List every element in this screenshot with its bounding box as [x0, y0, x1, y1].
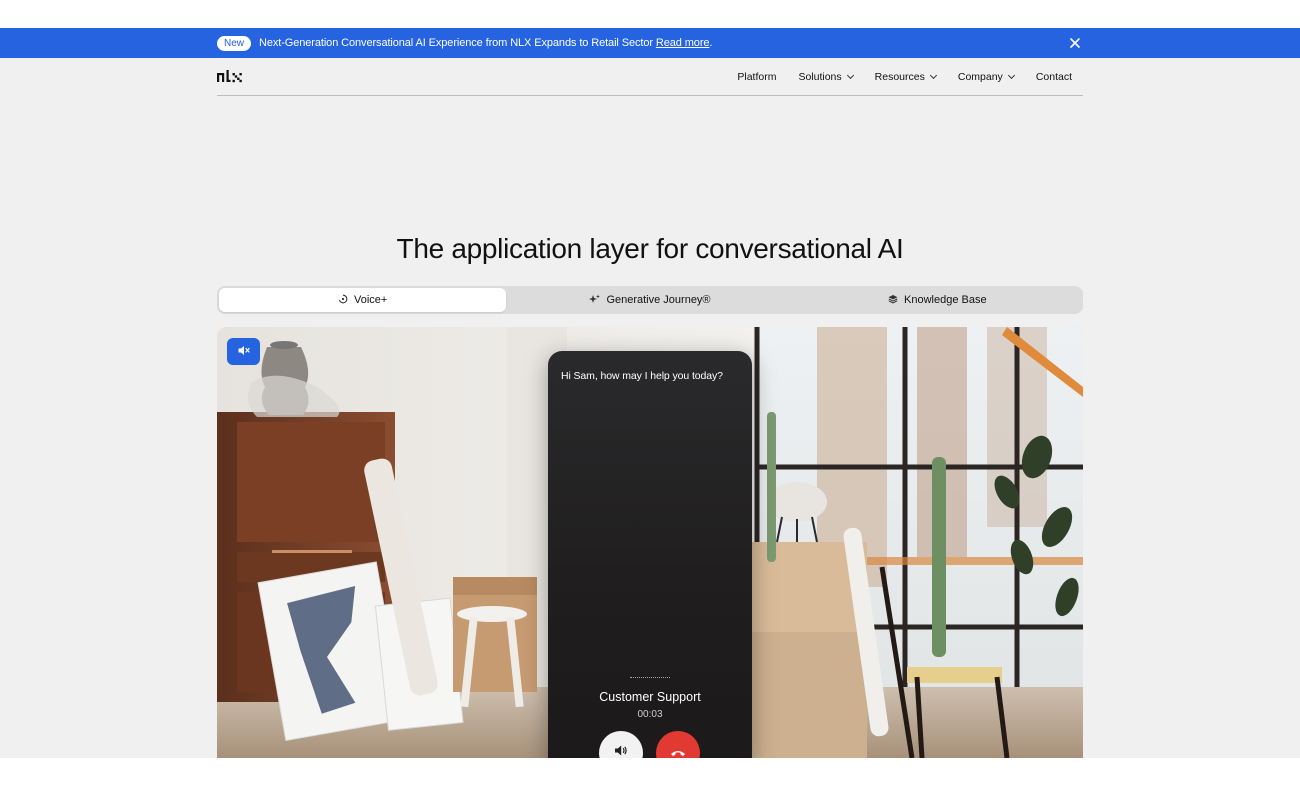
mute-button[interactable] — [227, 338, 260, 365]
caller-name: Customer Support — [599, 690, 701, 704]
nav-company-label: Company — [957, 71, 1003, 83]
page: New Next-Generation Conversational AI Ex… — [0, 28, 1300, 758]
sparkle-icon — [589, 294, 601, 307]
banner-period: . — [709, 37, 713, 49]
announcement-banner: New Next-Generation Conversational AI Ex… — [0, 28, 1300, 58]
hang-up-icon — [670, 744, 686, 758]
tab-knowledge-base[interactable]: Knowledge Base — [794, 288, 1081, 312]
read-more-link[interactable]: Read more — [656, 37, 710, 49]
product-tabs: Voice+ Generative Journey® Knowledge Bas… — [217, 286, 1083, 314]
banner-content: New Next-Generation Conversational AI Ex… — [217, 28, 712, 58]
mute-icon — [238, 343, 250, 361]
layers-icon — [888, 294, 898, 307]
speaker-icon — [614, 744, 628, 758]
close-icon[interactable] — [1067, 35, 1083, 51]
voice-demo-media: Hi Sam, how may I help you today? Custom… — [217, 327, 1083, 758]
nav-links: Platform Solutions Resources Company Con… — [737, 58, 1072, 96]
main-nav: Platform Solutions Resources Company Con… — [217, 58, 1083, 96]
nav-contact[interactable]: Contact — [1036, 71, 1072, 83]
nav-solutions[interactable]: Solutions — [798, 71, 854, 83]
tab-knowledge-base-label: Knowledge Base — [904, 294, 987, 306]
audio-waveform — [630, 677, 670, 678]
nav-resources[interactable]: Resources — [874, 71, 937, 83]
nav-resources-label: Resources — [874, 71, 925, 83]
voice-icon — [338, 294, 348, 307]
nav-platform[interactable]: Platform — [737, 71, 776, 83]
bottom-strip — [0, 758, 1300, 788]
banner-message: Next-Generation Conversational AI Experi… — [259, 37, 653, 49]
nav-contact-label: Contact — [1035, 71, 1072, 83]
nav-company[interactable]: Company — [957, 71, 1015, 83]
nlx-logo[interactable] — [217, 68, 247, 84]
assistant-greeting: Hi Sam, how may I help you today? — [561, 370, 723, 382]
call-timer: 00:03 — [637, 709, 663, 720]
nav-platform-label: Platform — [737, 71, 777, 83]
new-badge: New — [217, 35, 252, 51]
hang-up-button[interactable] — [656, 731, 700, 758]
chevron-down-icon — [929, 71, 937, 80]
chevron-down-icon — [846, 71, 854, 80]
chevron-down-icon — [1007, 71, 1015, 80]
tab-generative-journey-label: Generative Journey® — [606, 294, 711, 306]
tab-generative-journey[interactable]: Generative Journey® — [506, 288, 793, 312]
nav-solutions-label: Solutions — [798, 71, 842, 83]
tab-voice-plus[interactable]: Voice+ — [219, 288, 507, 312]
phone-call-widget: Hi Sam, how may I help you today? Custom… — [548, 351, 752, 758]
tab-voice-plus-label: Voice+ — [353, 294, 388, 306]
speaker-button[interactable] — [599, 731, 643, 758]
hero-title: The application layer for conversational… — [396, 233, 904, 264]
banner-text: Next-Generation Conversational AI Experi… — [259, 37, 712, 49]
